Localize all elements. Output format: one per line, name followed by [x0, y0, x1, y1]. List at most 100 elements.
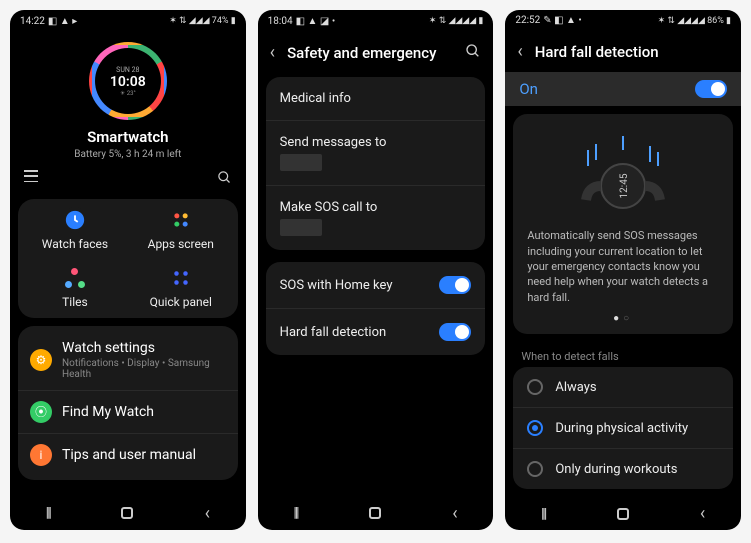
status-right-icons: ✶ ⇅ ◢◢◢◢ ▮ — [429, 16, 483, 26]
row-subtitle: Notifications • Display • Samsung Health — [62, 358, 226, 380]
row-title: Find My Watch — [62, 404, 226, 420]
illus-time: 12:45 — [619, 173, 630, 198]
emergency-info-section: Medical info Send messages to Make SOS c… — [266, 77, 486, 250]
search-icon[interactable] — [465, 43, 481, 63]
watch-faces-button[interactable]: Watch faces — [22, 207, 128, 251]
detect-options: Always During physical activity Only dur… — [513, 367, 733, 489]
quick-panel-button[interactable]: Quick panel — [128, 265, 234, 309]
row-label: Make SOS call to — [280, 200, 378, 215]
row-label: SOS with Home key — [280, 278, 393, 293]
section-label: When to detect falls — [505, 342, 741, 367]
screen-wearable-app: 14:22 ◧ ▲ ▸ ✶ ⇅ ◢◢◢ 74% ▮ SUN 28 10:08 ☀… — [10, 10, 246, 530]
sos-call-row[interactable]: Make SOS call to — [266, 186, 486, 250]
battery-status: Battery 5%, 3 h 24 m left — [10, 149, 246, 160]
sos-toggles-section: SOS with Home key Hard fall detection — [266, 262, 486, 355]
recents-button[interactable]: ||| — [293, 505, 297, 521]
recents-button[interactable]: ||| — [46, 505, 50, 521]
status-right-icons: ✶ ⇅ ◢◢◢ 74% ▮ — [169, 16, 235, 26]
screen-hard-fall: 22:52 ✎ ◧ ▲ • ✶ ⇅ ◢◢◢◢ 86% ▮ ‹ Hard fall… — [505, 10, 741, 530]
recents-button[interactable]: ||| — [541, 506, 545, 522]
radio-icon — [527, 379, 543, 395]
master-toggle-row[interactable]: On — [505, 72, 741, 106]
apps-screen-button[interactable]: Apps screen — [128, 207, 234, 251]
info-icon: i — [30, 444, 52, 466]
info-card: 12:45 Automatically send SOS messages in… — [513, 114, 733, 334]
back-button[interactable]: ‹ — [205, 503, 210, 524]
row-label: Medical info — [280, 91, 351, 106]
sos-home-key-row[interactable]: SOS with Home key — [266, 262, 486, 309]
find-my-watch-row[interactable]: ⦿ Find My Watch — [18, 391, 238, 434]
grid-label: Watch faces — [42, 237, 108, 251]
apps-icon — [168, 207, 194, 233]
on-label: On — [519, 80, 538, 98]
option-activity[interactable]: During physical activity — [513, 408, 733, 449]
toggle-switch[interactable] — [695, 80, 727, 98]
radio-icon — [527, 420, 543, 436]
hard-fall-row[interactable]: Hard fall detection — [266, 309, 486, 355]
tiles-icon — [62, 265, 88, 291]
gear-icon: ⚙ — [30, 349, 52, 371]
send-messages-row[interactable]: Send messages to — [266, 121, 486, 186]
option-label: During physical activity — [555, 421, 688, 436]
description-text: Automatically send SOS messages includin… — [527, 228, 719, 305]
watch-face-preview[interactable]: SUN 28 10:08 ☀ 23° — [89, 42, 167, 120]
status-notif-icons: ✎ ◧ ▲ • — [543, 15, 582, 26]
home-button[interactable] — [617, 508, 629, 520]
radio-icon — [527, 461, 543, 477]
watch-settings-row[interactable]: ⚙ Watch settings Notifications • Display… — [18, 330, 238, 391]
status-time: 22:52 — [515, 15, 540, 26]
watch-time: 10:08 — [110, 74, 146, 90]
status-bar: 22:52 ✎ ◧ ▲ • ✶ ⇅ ◢◢◢◢ 86% ▮ — [505, 10, 741, 31]
back-button[interactable]: ‹ — [452, 503, 457, 524]
watch-illustration: 12:45 — [527, 128, 719, 218]
status-time: 18:04 — [268, 16, 293, 27]
grid-label: Quick panel — [150, 295, 212, 309]
status-time: 14:22 — [20, 16, 45, 27]
status-notif-icons: ◧ ▲ ▸ — [48, 16, 77, 27]
row-title: Tips and user manual — [62, 447, 226, 463]
grid-label: Apps screen — [148, 237, 214, 251]
quick-panel-icon — [168, 265, 194, 291]
tips-row[interactable]: i Tips and user manual — [18, 434, 238, 476]
device-name: Smartwatch — [10, 128, 246, 146]
medical-info-row[interactable]: Medical info — [266, 77, 486, 121]
option-workouts[interactable]: Only during workouts — [513, 449, 733, 489]
navigation-bar: ||| ‹ — [505, 497, 741, 530]
watch-weather: ☀ 23° — [120, 90, 136, 97]
status-notif-icons: ◧ ▲ ◪ • — [296, 16, 336, 27]
navigation-bar: ||| ‹ — [10, 496, 246, 530]
status-bar: 14:22 ◧ ▲ ▸ ✶ ⇅ ◢◢◢ 74% ▮ — [10, 10, 246, 32]
page-indicator: ●○ — [527, 313, 719, 324]
row-title: Watch settings — [62, 340, 226, 356]
clock-icon — [62, 207, 88, 233]
menu-icon[interactable] — [24, 170, 38, 182]
navigation-bar: ||| ‹ — [258, 496, 494, 530]
option-always[interactable]: Always — [513, 367, 733, 408]
toggle-switch[interactable] — [439, 276, 471, 294]
settings-list: ⚙ Watch settings Notifications • Display… — [18, 326, 238, 480]
page-header: ‹ Safety and emergency — [258, 32, 494, 73]
page-header: ‹ Hard fall detection — [505, 31, 741, 72]
status-bar: 18:04 ◧ ▲ ◪ • ✶ ⇅ ◢◢◢◢ ▮ — [258, 10, 494, 32]
page-title: Safety and emergency — [287, 44, 453, 62]
quick-grid-card: Watch faces Apps screen Tiles — [18, 199, 238, 318]
home-button[interactable] — [369, 507, 381, 519]
redacted-value — [280, 154, 323, 171]
watch-date: SUN 28 — [116, 66, 139, 74]
option-label: Always — [555, 380, 596, 395]
home-button[interactable] — [121, 507, 133, 519]
back-icon[interactable]: ‹ — [517, 41, 522, 62]
page-title: Hard fall detection — [535, 43, 729, 61]
grid-label: Tiles — [62, 295, 88, 309]
row-label: Hard fall detection — [280, 325, 387, 340]
row-label: Send messages to — [280, 135, 387, 150]
screen-safety-emergency: 18:04 ◧ ▲ ◪ • ✶ ⇅ ◢◢◢◢ ▮ ‹ Safety and em… — [258, 10, 494, 530]
back-button[interactable]: ‹ — [700, 503, 705, 524]
tiles-button[interactable]: Tiles — [22, 265, 128, 309]
toggle-switch[interactable] — [439, 323, 471, 341]
redacted-value — [280, 219, 323, 236]
option-label: Only during workouts — [555, 462, 677, 477]
location-icon: ⦿ — [30, 401, 52, 423]
search-icon[interactable] — [217, 170, 232, 189]
back-icon[interactable]: ‹ — [270, 42, 275, 63]
